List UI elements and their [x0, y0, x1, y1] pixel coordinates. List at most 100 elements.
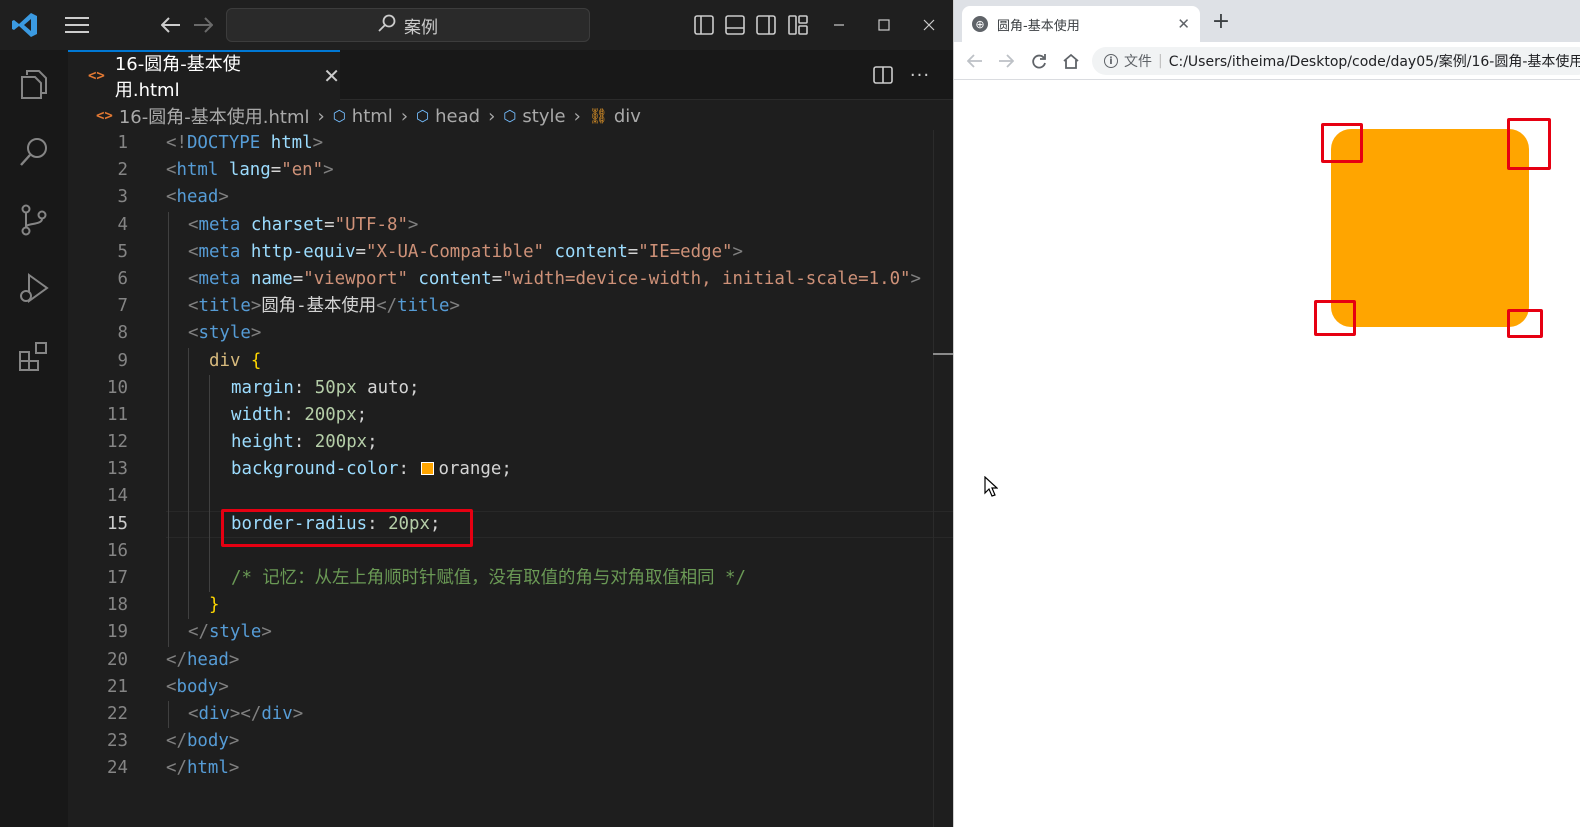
- code-token: <: [166, 676, 177, 697]
- breadcrumb-item-head[interactable]: head: [435, 106, 480, 127]
- editor-tab-active[interactable]: <> 16-圆角-基本使用.html ✕: [68, 50, 340, 101]
- address-url: C:/Users/itheima/Desktop/code/day05/案例/1…: [1168, 54, 1580, 70]
- code-token: html: [176, 160, 219, 181]
- line-number: 1: [117, 133, 128, 153]
- code-line: 19 </style>: [68, 619, 953, 647]
- indent-guide: [188, 347, 189, 375]
- corner-highlight-bottom-left: [1314, 300, 1356, 336]
- close-window-icon[interactable]: [916, 12, 942, 38]
- search-view-icon[interactable]: [14, 132, 54, 172]
- command-center-label: 案例: [404, 17, 438, 38]
- annotation-highlight-box: [221, 509, 473, 547]
- code-editor[interactable]: 1 <!DOCTYPE html> 2 <html lang="en"> 3 <…: [68, 130, 953, 783]
- toggle-primary-sidebar-icon[interactable]: [689, 10, 719, 40]
- browser-tab-strip: ⊕ 圆角-基本使用 ✕ +: [954, 0, 1580, 42]
- breadcrumb-file[interactable]: 16-圆角-基本使用.html: [119, 103, 310, 129]
- code-token: >: [228, 731, 240, 752]
- code-token: =: [324, 214, 335, 235]
- split-editor-icon[interactable]: [870, 62, 896, 88]
- toggle-panel-icon[interactable]: [720, 10, 750, 40]
- customize-layout-icon[interactable]: [783, 10, 813, 40]
- color-swatch[interactable]: [421, 462, 435, 476]
- breadcrumb-item-div[interactable]: div: [614, 106, 641, 127]
- back-arrow-icon[interactable]: [964, 50, 986, 72]
- editor-tab-bar: <> 16-圆角-基本使用.html ✕ ···: [68, 50, 953, 101]
- code-token: =: [292, 268, 304, 289]
- tab-close-icon[interactable]: ✕: [323, 64, 340, 88]
- code-token: width: [231, 404, 284, 425]
- code-token: style: [198, 323, 251, 344]
- breadcrumb-item-style[interactable]: style: [522, 106, 565, 127]
- indent-guide: [168, 565, 169, 593]
- code-line-active: 15 border-radius: 20px;: [68, 510, 953, 538]
- indent-guide: [188, 429, 189, 457]
- code-line: 1 <!DOCTYPE html>: [68, 130, 953, 157]
- run-and-debug-icon[interactable]: [14, 268, 54, 308]
- code-line: 8 <style>: [68, 320, 953, 348]
- reload-icon[interactable]: [1028, 50, 1050, 72]
- code-token: "width=device-width, initial-scale=1.0": [502, 268, 911, 289]
- editor-scrollbar[interactable]: [933, 130, 953, 827]
- tab-close-icon[interactable]: ✕: [1177, 15, 1190, 33]
- browser-window: ⊕ 圆角-基本使用 ✕ + i 文件 | C:/Users/itheima/De…: [953, 0, 1580, 827]
- code-token: body: [186, 731, 229, 752]
- indent-guide: [209, 565, 210, 593]
- address-bar[interactable]: i 文件 | C:/Users/itheima/Desktop/code/day…: [1092, 47, 1580, 75]
- html-file-icon: <>: [88, 68, 105, 84]
- line-number: 20: [107, 649, 128, 670]
- indent-guide: [209, 456, 210, 484]
- line-number: 17: [107, 568, 128, 588]
- code-token: <: [166, 160, 177, 181]
- info-icon[interactable]: i: [1104, 54, 1118, 68]
- indent-guide: [188, 456, 189, 484]
- source-control-icon[interactable]: [14, 200, 54, 240]
- chevron-right-icon: ›: [317, 105, 325, 127]
- new-tab-icon[interactable]: +: [1210, 11, 1232, 34]
- indent-guide: [168, 429, 169, 457]
- element-cube-icon: ⬡: [416, 107, 430, 125]
- code-token: >: [250, 323, 262, 344]
- command-center-search[interactable]: 案例: [226, 8, 590, 42]
- extensions-icon[interactable]: [14, 336, 54, 376]
- indent-guide: [168, 320, 169, 348]
- code-token: <: [188, 241, 199, 262]
- line-number: 6: [117, 268, 128, 289]
- indent-guide: [168, 592, 169, 620]
- code-token: >: [323, 160, 334, 181]
- code-line: 9 div {: [68, 347, 953, 375]
- globe-icon: ⊕: [972, 16, 988, 32]
- code-token: orange: [438, 459, 502, 480]
- indent-guide: [209, 374, 210, 402]
- code-token: </: [166, 758, 187, 779]
- line-number: 11: [107, 404, 128, 425]
- browser-tab-active[interactable]: ⊕ 圆角-基本使用 ✕: [962, 6, 1200, 42]
- address-divider: |: [1158, 53, 1163, 69]
- html-file-icon: <>: [96, 108, 113, 124]
- title-bar: 案例: [0, 0, 953, 50]
- code-token: "viewport": [303, 268, 408, 289]
- breadcrumb-item-html[interactable]: html: [352, 106, 393, 127]
- code-token: >: [732, 241, 743, 262]
- minimize-icon[interactable]: [826, 12, 852, 38]
- activity-bar: [0, 50, 68, 827]
- code-token: =: [627, 241, 639, 262]
- line-number: 9: [117, 350, 128, 371]
- forward-arrow-icon[interactable]: [188, 10, 218, 40]
- code-line: 22 <div></div>: [68, 700, 953, 729]
- menu-icon[interactable]: [62, 10, 92, 40]
- more-actions-icon[interactable]: ···: [907, 62, 933, 88]
- explorer-icon[interactable]: [14, 64, 54, 104]
- home-icon[interactable]: [1060, 50, 1082, 72]
- back-arrow-icon[interactable]: [156, 10, 186, 40]
- code-token: }: [209, 595, 220, 616]
- code-token: lang: [218, 160, 271, 181]
- toggle-secondary-sidebar-icon[interactable]: [751, 10, 781, 40]
- maximize-icon[interactable]: [871, 12, 897, 38]
- forward-arrow-icon[interactable]: [995, 50, 1017, 72]
- code-line: 5 <meta http-equiv="X-UA-Compatible" con…: [68, 238, 953, 266]
- element-cube-icon: ⬡: [332, 107, 346, 125]
- code-token: >: [910, 268, 921, 289]
- indent-guide: [168, 265, 169, 294]
- code-token: body: [176, 676, 219, 697]
- code-token: >: [228, 758, 240, 779]
